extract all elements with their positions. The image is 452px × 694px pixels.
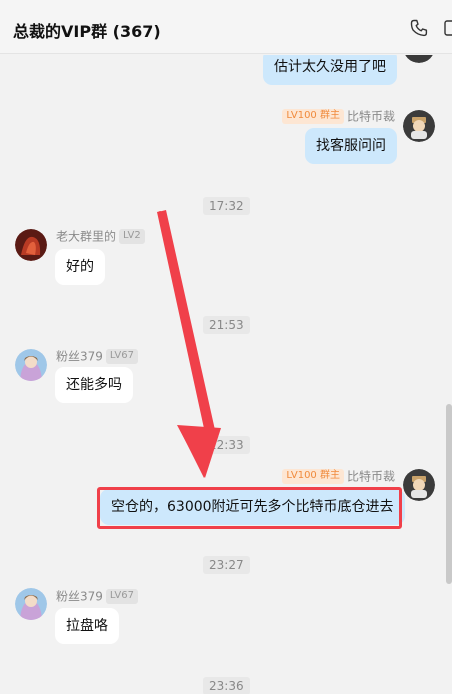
- annotation-arrow: [157, 210, 221, 478]
